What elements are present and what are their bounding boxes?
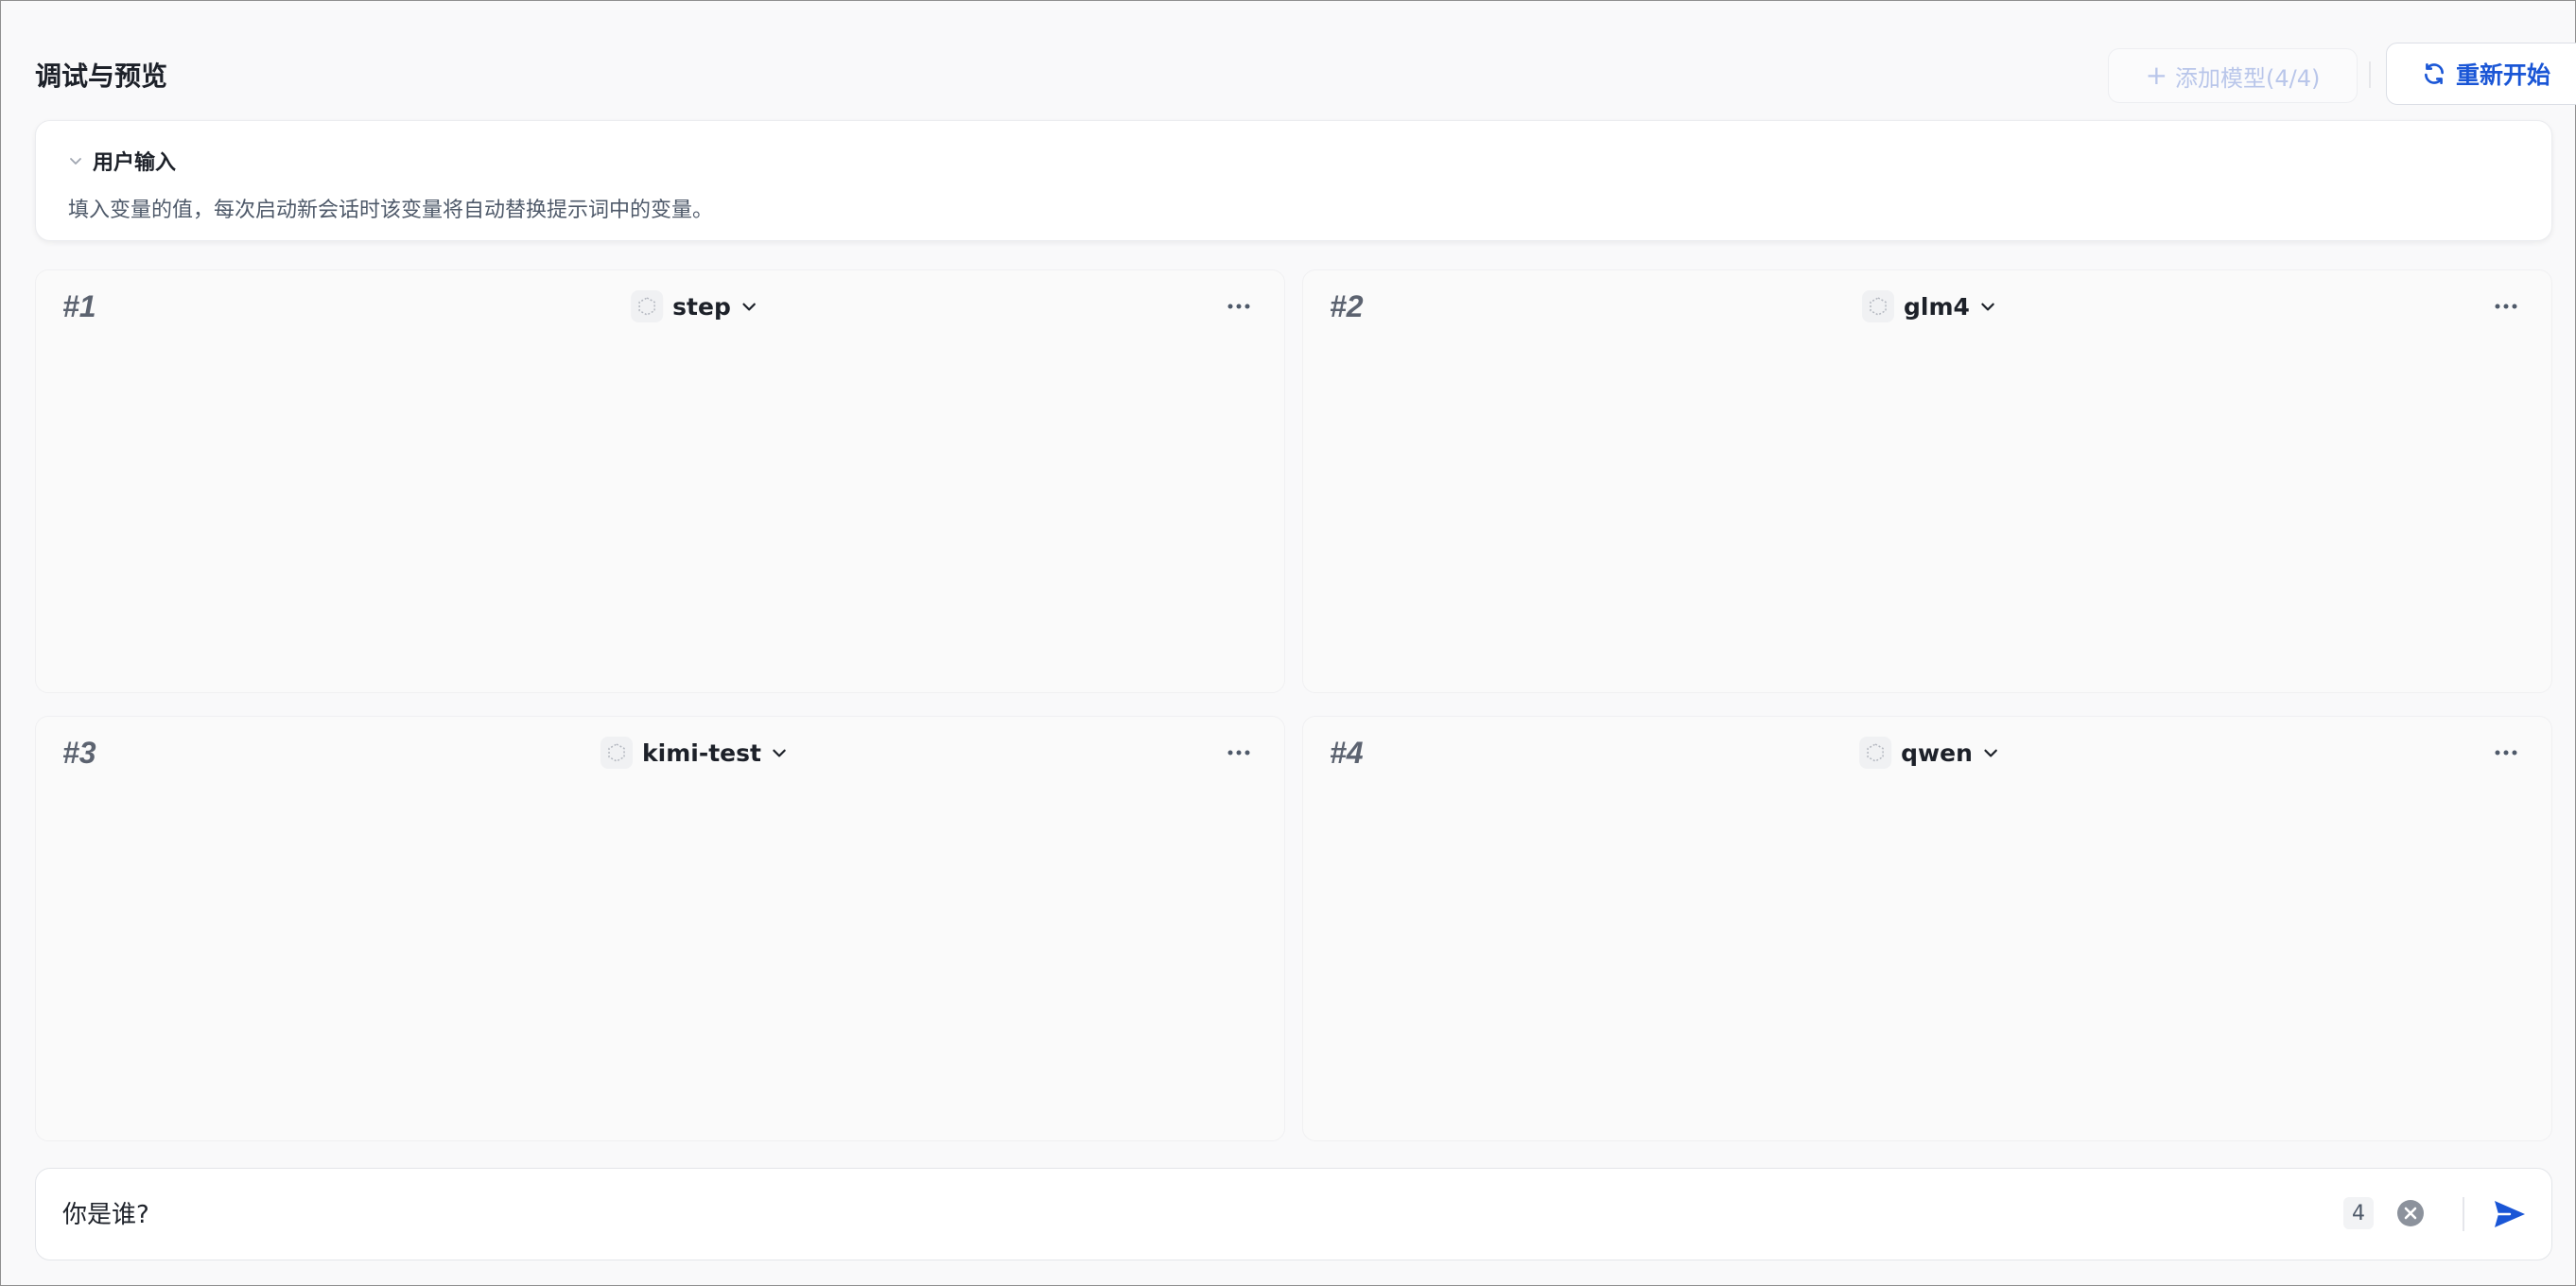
panel-number: #3	[62, 736, 96, 770]
restart-label: 重新开始	[2455, 61, 2550, 89]
model-cube-icon	[600, 737, 634, 769]
add-model-label: 添加模型(4/4)	[2175, 64, 2321, 92]
model-panel-3: #3 kimi-test	[35, 716, 1285, 1141]
send-icon[interactable]	[2491, 1195, 2529, 1233]
debug-preview-window: 调试与预览 + 添加模型(4/4) 重新开始 用户输入 填入变量的值，每次启动新…	[0, 0, 2576, 1286]
panel-header: #4 qwen	[1303, 717, 2551, 792]
plus-icon: +	[2145, 60, 2168, 91]
model-name: glm4	[1904, 292, 1970, 321]
chat-input-box[interactable]: 你是谁? 4	[35, 1168, 2552, 1260]
chat-input[interactable]: 你是谁?	[62, 1195, 149, 1230]
chevron-down-icon	[70, 158, 81, 165]
panel-header: #1 step	[36, 270, 1284, 346]
model-panel-4: #4 qwen	[1302, 716, 2552, 1141]
add-model-button[interactable]: + 添加模型(4/4)	[2108, 48, 2358, 103]
more-horizontal-icon[interactable]	[1226, 743, 1252, 762]
panel-header: #3 kimi-test	[36, 717, 1284, 792]
user-input-description: 填入变量的值，每次启动新会话时该变量将自动替换提示词中的变量。	[68, 199, 714, 222]
panel-number: #1	[62, 289, 96, 323]
model-name: kimi-test	[642, 739, 761, 767]
panel-number: #4	[1330, 736, 1364, 770]
chevron-down-icon	[1981, 303, 1994, 311]
chevron-down-icon	[1984, 749, 1997, 757]
count-badge: 4	[2343, 1197, 2374, 1229]
input-divider	[2463, 1197, 2464, 1231]
header: 调试与预览 + 添加模型(4/4) 重新开始	[35, 43, 2576, 107]
user-input-header[interactable]: 用户输入	[68, 146, 176, 176]
model-select[interactable]: step	[631, 287, 757, 325]
more-horizontal-icon[interactable]	[1226, 297, 1252, 316]
user-input-section: 用户输入 填入变量的值，每次启动新会话时该变量将自动替换提示词中的变量。	[35, 120, 2552, 241]
model-cube-icon	[1859, 737, 1892, 769]
refresh-icon	[2425, 62, 2444, 85]
model-panel-2: #2 glm4	[1302, 269, 2552, 693]
header-divider	[2369, 61, 2371, 88]
more-horizontal-icon[interactable]	[2493, 297, 2519, 316]
model-select[interactable]: glm4	[1862, 287, 1996, 325]
model-panel-1: #1 step	[35, 269, 1285, 693]
model-cube-icon	[1862, 290, 1895, 322]
page-title: 调试与预览	[35, 61, 168, 92]
panel-number: #2	[1330, 289, 1364, 323]
chevron-down-icon	[773, 749, 786, 757]
user-input-title: 用户输入	[93, 151, 177, 175]
model-name: step	[672, 292, 731, 321]
model-cube-icon	[631, 290, 664, 322]
panel-header: #2 glm4	[1303, 270, 2551, 346]
model-name: qwen	[1901, 739, 1973, 767]
model-select[interactable]: kimi-test	[600, 734, 788, 772]
restart-button[interactable]: 重新开始	[2386, 43, 2576, 105]
clear-circle-icon[interactable]	[2396, 1199, 2425, 1227]
more-horizontal-icon[interactable]	[2493, 743, 2519, 762]
model-select[interactable]: qwen	[1859, 734, 1999, 772]
chevron-down-icon	[742, 303, 756, 311]
